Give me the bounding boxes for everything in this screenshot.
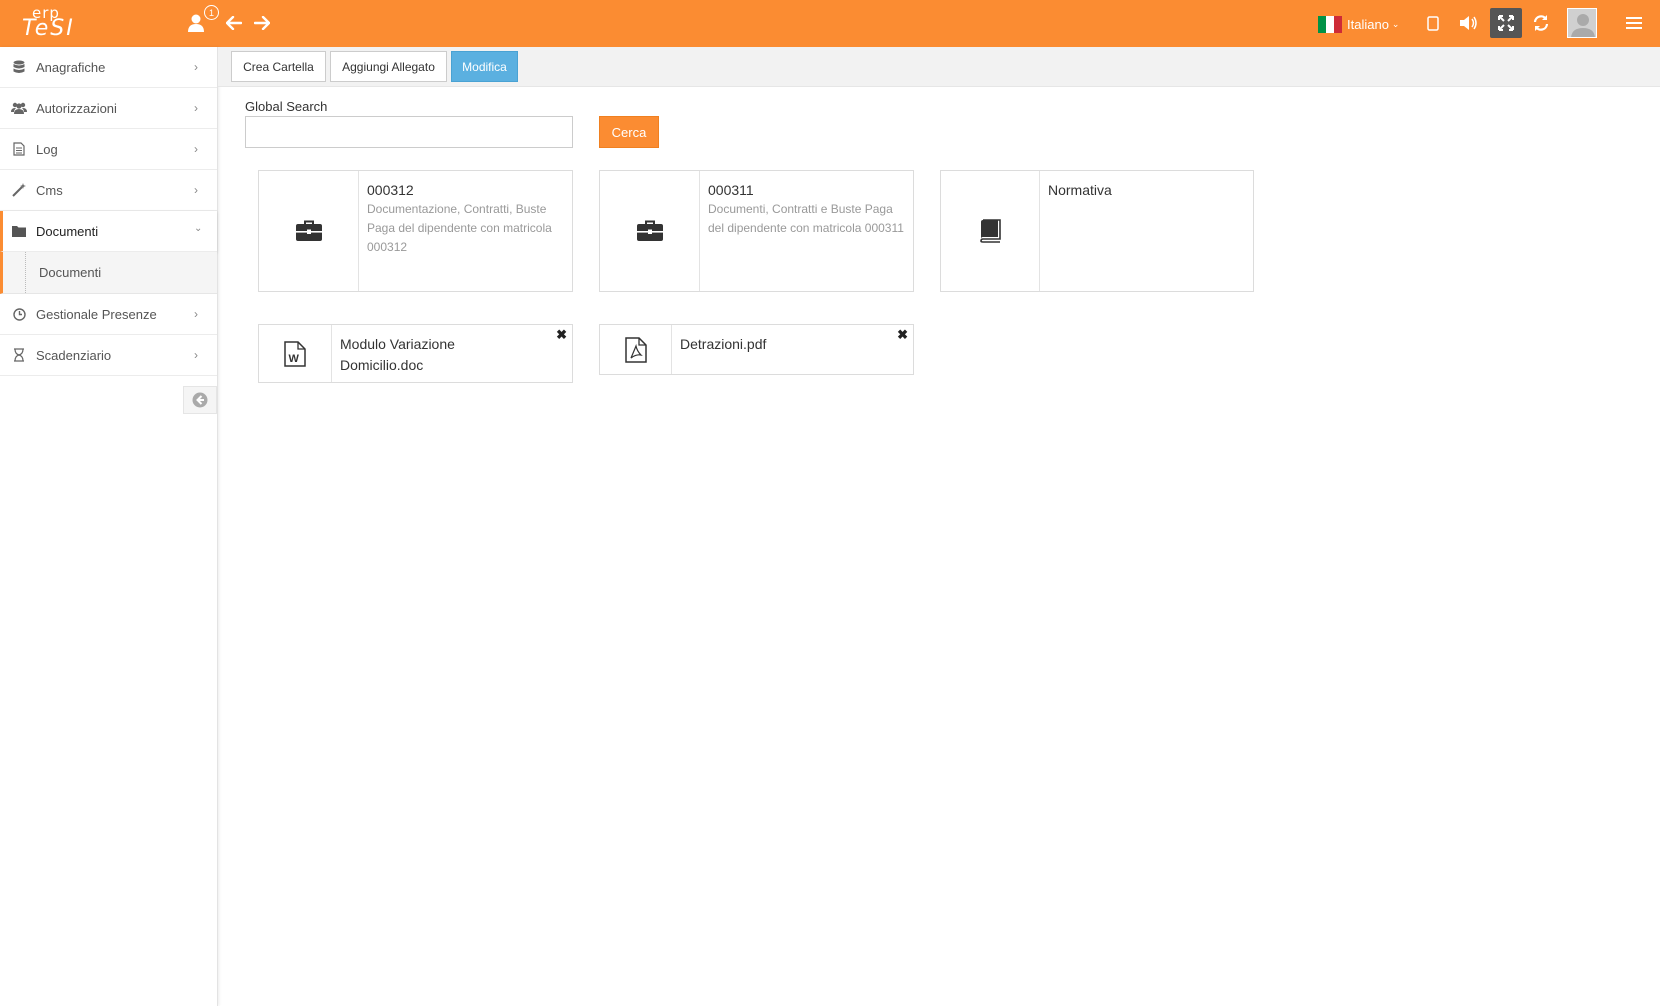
- word-file-icon: W: [284, 340, 306, 367]
- sidebar-item-log[interactable]: Log ›: [0, 129, 217, 170]
- sidebar-item-documenti[interactable]: Documenti ⌄: [0, 211, 217, 252]
- chevron-down-icon: ⌄: [194, 223, 203, 234]
- edit-button[interactable]: Modifica: [451, 51, 518, 82]
- folder-card-icon: [600, 171, 700, 291]
- sidebar-collapse-button[interactable]: [183, 386, 217, 414]
- fullscreen-button[interactable]: [1490, 8, 1522, 38]
- folder-title: 000311: [708, 182, 754, 198]
- search-button[interactable]: Cerca: [599, 116, 659, 148]
- global-search-input[interactable]: [245, 116, 573, 148]
- forward-arrow-icon[interactable]: [250, 11, 274, 35]
- app-logo[interactable]: erp TeSI: [22, 4, 110, 41]
- sidebar-item-label: Log: [36, 141, 58, 157]
- chevron-right-icon: ›: [194, 307, 198, 321]
- file-card-icon: W: [259, 325, 332, 382]
- folder-icon: [11, 223, 27, 239]
- arrow-circle-left-icon: [192, 392, 208, 408]
- sidebar-item-label: Documenti: [36, 223, 99, 239]
- expand-icon: [1498, 15, 1514, 31]
- folder-card-icon: [259, 171, 359, 291]
- users-icon: [11, 100, 27, 116]
- sidebar-item-anagrafiche[interactable]: Anagrafiche ›: [0, 47, 217, 88]
- sidebar-item-autorizzazioni[interactable]: Autorizzazioni ›: [0, 88, 217, 129]
- book-icon: [980, 219, 1001, 243]
- volume-icon[interactable]: [1457, 11, 1481, 35]
- folder-card-000312[interactable]: 000312 Documentazione, Contratti, Buste …: [258, 170, 573, 292]
- sidebar-item-label: Gestionale Presenze: [36, 306, 157, 322]
- sidebar-item-gestionale-presenze[interactable]: Gestionale Presenze ›: [0, 294, 217, 335]
- tablet-icon[interactable]: [1421, 11, 1445, 35]
- hamburger-menu-icon[interactable]: [1622, 11, 1646, 35]
- toolbar: Crea Cartella Aggiungi Allegato Modifica: [218, 47, 1660, 87]
- svg-text:W: W: [289, 353, 300, 365]
- user-notifications-icon[interactable]: 1: [184, 5, 219, 35]
- sidebar-item-scadenziario[interactable]: Scadenziario ›: [0, 335, 217, 376]
- file-text-icon: [11, 141, 27, 157]
- language-label: Italiano: [1347, 16, 1389, 32]
- folder-description: Documentazione, Contratti, Buste Paga de…: [367, 202, 552, 254]
- sidebar-item-label: Autorizzazioni: [36, 100, 117, 116]
- hourglass-icon: [11, 347, 27, 363]
- folder-card-icon: [941, 171, 1040, 291]
- sidebar-item-label: Scadenziario: [36, 347, 112, 363]
- file-name-line1: Modulo Variazione: [340, 336, 455, 352]
- file-card-detrazioni[interactable]: Detrazioni.pdf ✖: [599, 324, 914, 375]
- folder-title: Normativa: [1048, 182, 1112, 198]
- chevron-right-icon: ›: [194, 183, 198, 197]
- file-name-line2: Domicilio.doc: [340, 357, 424, 373]
- sidebar-subitem-label: Documenti: [39, 265, 102, 280]
- chevron-down-icon: ⌄: [1391, 18, 1400, 29]
- briefcase-icon: [636, 220, 663, 241]
- database-icon: [11, 59, 27, 75]
- magic-wand-icon: [11, 182, 27, 198]
- user-avatar[interactable]: [1567, 8, 1597, 38]
- folder-card-000311[interactable]: 000311 Documenti, Contratti e Buste Paga…: [599, 170, 914, 292]
- folder-title: 000312: [367, 182, 414, 198]
- sidebar: Anagrafiche › Autorizzazioni › Log › Cms…: [0, 47, 218, 1006]
- chevron-right-icon: ›: [194, 348, 198, 362]
- create-folder-button[interactable]: Crea Cartella: [231, 51, 326, 82]
- file-card-modulo-variazione[interactable]: W Modulo Variazione Domicilio.doc ✖: [258, 324, 573, 383]
- chevron-right-icon: ›: [194, 142, 198, 156]
- logo-text-bottom: TeSI: [22, 16, 75, 41]
- italy-flag-icon: [1318, 15, 1342, 33]
- top-bar: erp TeSI 1 Italiano ⌄: [0, 0, 1660, 47]
- chevron-right-icon: ›: [194, 60, 198, 74]
- briefcase-icon: [295, 220, 322, 241]
- sidebar-item-cms[interactable]: Cms ›: [0, 170, 217, 211]
- chevron-right-icon: ›: [194, 101, 198, 115]
- search-label: Global Search: [245, 99, 328, 114]
- pdf-file-icon: [624, 336, 647, 363]
- sidebar-item-label: Cms: [36, 182, 63, 198]
- refresh-icon[interactable]: [1529, 11, 1553, 35]
- file-name-line1: Detrazioni.pdf: [680, 336, 767, 352]
- add-attachment-button[interactable]: Aggiungi Allegato: [330, 51, 447, 82]
- sidebar-subitem-documenti[interactable]: Documenti: [0, 252, 217, 294]
- folder-description: Documenti, Contratti e Buste Paga del di…: [708, 202, 904, 235]
- language-selector[interactable]: Italiano ⌄: [1318, 15, 1399, 33]
- file-card-icon: [600, 325, 672, 374]
- folder-card-normativa[interactable]: Normativa: [940, 170, 1254, 292]
- delete-file-icon[interactable]: ✖: [897, 327, 908, 343]
- notification-badge: 1: [204, 5, 219, 20]
- clock-icon: [11, 306, 27, 322]
- sidebar-item-label: Anagrafiche: [36, 59, 106, 75]
- back-arrow-icon[interactable]: [222, 11, 246, 35]
- delete-file-icon[interactable]: ✖: [556, 327, 567, 343]
